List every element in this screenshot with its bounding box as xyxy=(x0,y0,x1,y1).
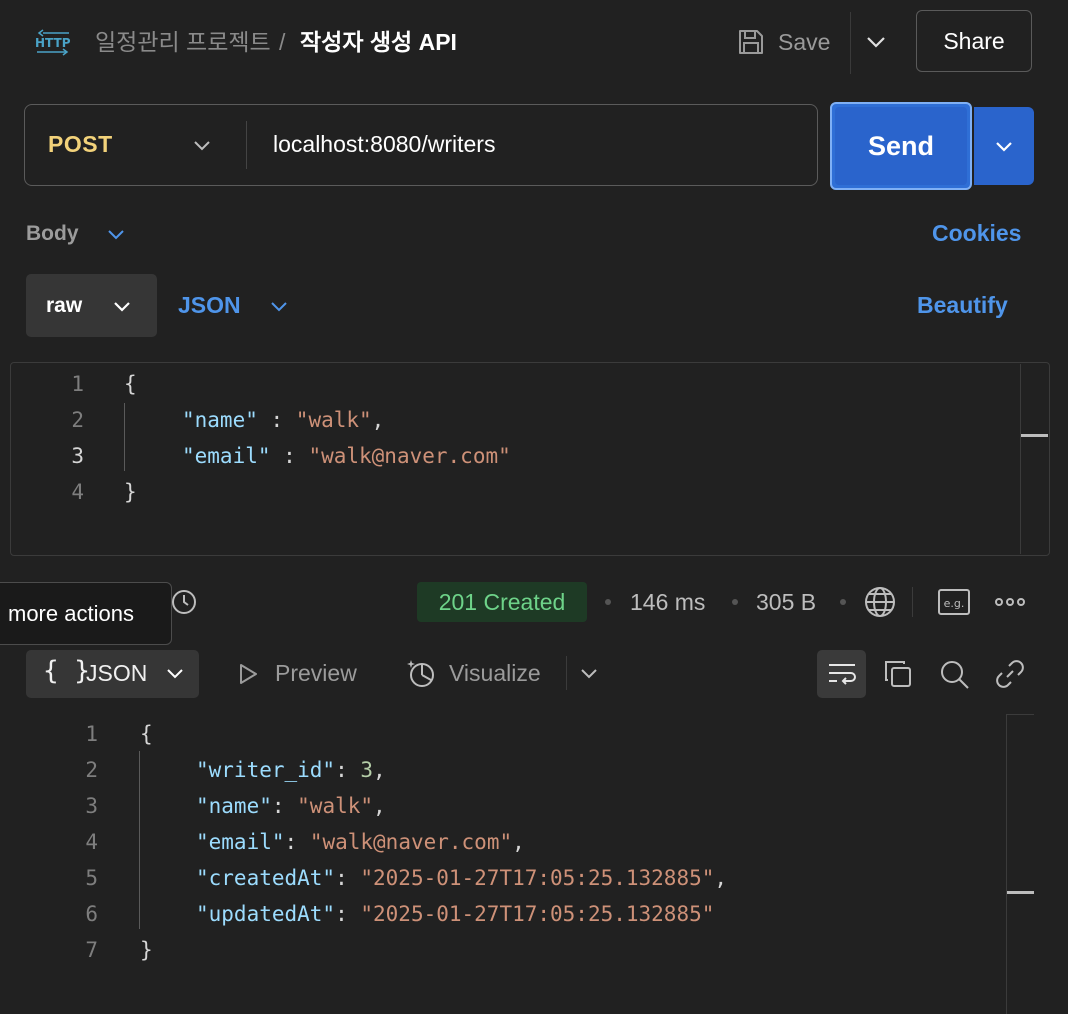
code-line: "email" : "walk@naver.com" xyxy=(182,444,511,468)
line-number: 2 xyxy=(85,758,98,782)
chevron-down-icon xyxy=(992,134,1016,158)
code-line: "createdAt": "2025-01-27T17:05:25.132885… xyxy=(196,866,728,890)
body-chevron-down-icon[interactable] xyxy=(106,224,126,244)
code-line: "name": "walk", xyxy=(196,794,386,818)
line-number: 2 xyxy=(71,408,84,432)
request-body-editor[interactable] xyxy=(10,362,1050,556)
braces-icon: { } xyxy=(43,656,90,686)
http-icon: HTTP xyxy=(33,27,73,59)
code-line: } xyxy=(140,938,153,962)
link-icon[interactable] xyxy=(994,658,1026,690)
line-number: 5 xyxy=(85,866,98,890)
save-as-example-icon[interactable]: e.g. xyxy=(937,587,971,617)
line-number: 7 xyxy=(85,938,98,962)
request-title[interactable]: 작성자 생성 API xyxy=(300,27,457,57)
request-editor-scroll-marker xyxy=(1021,434,1048,437)
status-badge[interactable]: 201 Created xyxy=(417,582,587,622)
line-number: 3 xyxy=(85,794,98,818)
breadcrumb-collection[interactable]: 일정관리 프로젝트 xyxy=(95,27,271,57)
indent-guide xyxy=(124,403,125,471)
save-button[interactable]: Save xyxy=(736,22,830,62)
wrap-lines-icon xyxy=(826,658,858,690)
code-line: "writer_id": 3, xyxy=(196,758,386,782)
tab-body[interactable]: Body xyxy=(26,222,79,246)
separator-dot xyxy=(840,599,846,605)
tab-visualize[interactable]: Visualize xyxy=(449,660,541,687)
line-number: 4 xyxy=(71,480,84,504)
wrap-lines-button[interactable] xyxy=(817,650,866,698)
method-chevron-down-icon[interactable] xyxy=(190,133,214,157)
response-format-chevron-down-icon xyxy=(164,662,186,684)
format-chevron-down-icon[interactable] xyxy=(268,295,290,317)
save-icon xyxy=(736,27,766,57)
code-line: "updatedAt": "2025-01-27T17:05:25.132885… xyxy=(196,902,715,926)
visualize-chevron-down-icon[interactable] xyxy=(578,662,600,684)
beautify-button[interactable]: Beautify xyxy=(917,292,1008,319)
line-number: 6 xyxy=(85,902,98,926)
history-icon[interactable] xyxy=(170,588,198,616)
send-options-button[interactable] xyxy=(974,107,1034,185)
toolbar-divider xyxy=(912,587,913,617)
url-input[interactable]: localhost:8080/writers xyxy=(273,131,495,158)
code-line: { xyxy=(140,722,153,746)
globe-icon[interactable] xyxy=(863,585,897,619)
response-editor-scrollbar[interactable] xyxy=(1006,714,1007,1014)
play-icon[interactable] xyxy=(236,662,260,686)
tooltip-text: more actions xyxy=(8,601,134,626)
code-line: "email": "walk@naver.com", xyxy=(196,830,525,854)
copy-icon[interactable] xyxy=(882,658,914,690)
line-number: 4 xyxy=(85,830,98,854)
response-editor-border xyxy=(1006,714,1034,715)
http-method-select[interactable]: POST xyxy=(48,131,113,158)
breadcrumb-separator: / xyxy=(279,29,286,55)
save-label: Save xyxy=(778,28,831,55)
body-type-chevron-down-icon xyxy=(111,295,133,317)
code-line: { xyxy=(124,372,137,396)
save-divider xyxy=(850,12,851,74)
more-actions-icon[interactable] xyxy=(994,589,1026,615)
body-type-label: raw xyxy=(46,294,83,317)
cookies-link[interactable]: Cookies xyxy=(932,220,1021,247)
save-options-chevron-down-icon[interactable] xyxy=(862,28,890,56)
share-button[interactable]: Share xyxy=(916,10,1032,72)
line-number: 1 xyxy=(71,372,84,396)
separator-dot xyxy=(732,599,738,605)
send-label: Send xyxy=(867,130,934,161)
line-number: 1 xyxy=(85,722,98,746)
url-divider xyxy=(246,121,247,169)
body-format-select[interactable]: JSON xyxy=(178,292,241,319)
svg-text:e.g.: e.g. xyxy=(944,597,965,610)
response-format-label: JSON xyxy=(86,660,148,686)
separator-dot xyxy=(605,599,611,605)
request-editor-scrollbar[interactable] xyxy=(1020,364,1021,554)
tab-preview[interactable]: Preview xyxy=(275,660,357,687)
code-line: "name" : "walk", xyxy=(182,408,385,432)
line-number: 3 xyxy=(71,444,84,468)
visualize-icon[interactable] xyxy=(405,657,437,689)
send-button[interactable]: Send xyxy=(830,102,972,190)
svg-text:HTTP: HTTP xyxy=(35,36,71,50)
search-icon[interactable] xyxy=(938,658,970,690)
code-line: } xyxy=(124,480,137,504)
response-time[interactable]: 146 ms xyxy=(630,589,705,616)
toolbar-divider xyxy=(566,656,567,690)
response-editor-scroll-marker xyxy=(1007,891,1034,894)
indent-guide xyxy=(139,751,140,929)
response-size[interactable]: 305 B xyxy=(756,589,816,616)
